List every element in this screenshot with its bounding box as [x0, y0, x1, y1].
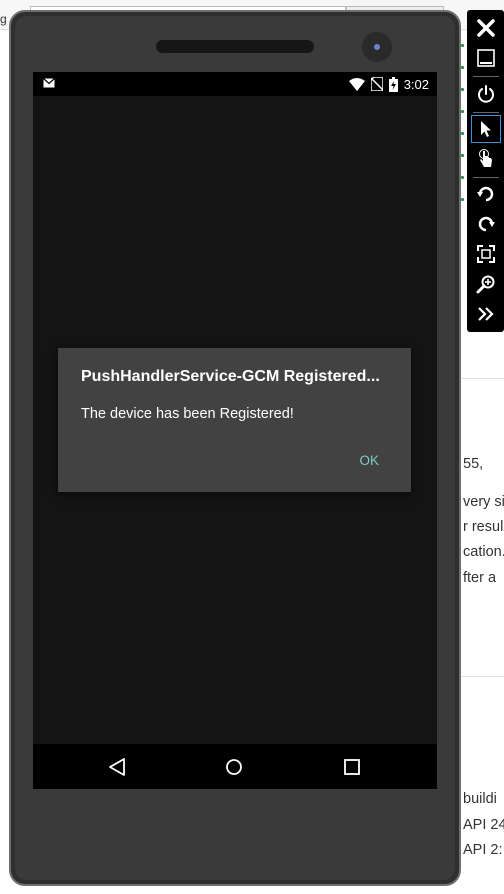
background-text-line: buildi: [463, 791, 497, 807]
background-marker: [461, 66, 464, 69]
dialog-message: The device has been Registered!: [81, 406, 294, 422]
background-text-line: very sir: [463, 494, 504, 510]
rotate-right-icon[interactable]: [471, 210, 501, 238]
mail-icon: [43, 78, 55, 88]
zoom-icon[interactable]: [471, 270, 501, 298]
home-icon[interactable]: [223, 756, 245, 778]
background-marker: [461, 154, 464, 157]
close-icon[interactable]: [471, 14, 501, 42]
background-marker: [461, 176, 464, 179]
toolbar-divider: [473, 112, 499, 113]
status-time: 3:02: [403, 76, 429, 92]
background-text-line: cation.: [463, 544, 504, 560]
background-text-line: API 24: [463, 817, 504, 833]
status-icons: 3:02: [348, 76, 429, 92]
navigation-bar: [33, 744, 437, 789]
background-marker: [461, 132, 464, 135]
alert-dialog: PushHandlerService-GCM Registered... The…: [58, 348, 411, 492]
background-divider: [462, 378, 504, 379]
power-icon[interactable]: [471, 80, 501, 108]
dialog-title: PushHandlerService-GCM Registered...: [81, 368, 380, 385]
background-marker: [461, 198, 464, 201]
fit-to-screen-icon[interactable]: [471, 240, 501, 268]
background-text-line: 55,: [463, 456, 484, 472]
back-icon[interactable]: [106, 756, 128, 778]
background-marker: [461, 110, 464, 113]
background-text-line: API 2:: [463, 842, 503, 858]
battery-charging-icon: [388, 76, 398, 92]
no-sim-icon: [370, 77, 383, 91]
more-tools-icon[interactable]: [471, 300, 501, 328]
rotate-left-icon[interactable]: [471, 180, 501, 208]
dialog-ok-button[interactable]: OK: [359, 453, 379, 468]
device-screen[interactable]: 3:02 PushHandlerService-GCM Registered..…: [33, 72, 437, 789]
background-divider: [462, 676, 504, 677]
background-text-line: r resul: [463, 519, 504, 535]
minimize-icon[interactable]: [471, 44, 501, 72]
speaker-grille: [156, 40, 314, 53]
touch-hand-icon[interactable]: [471, 145, 501, 173]
background-text-line: fter a: [463, 570, 497, 586]
background-left-text: g: [0, 12, 7, 26]
emulator-toolbar: [467, 10, 504, 332]
wifi-icon: [348, 77, 365, 91]
background-marker: [461, 44, 464, 47]
select-pointer-icon[interactable]: [471, 115, 501, 143]
toolbar-divider: [473, 76, 499, 77]
background-marker: [461, 88, 464, 91]
status-bar: 3:02: [33, 72, 437, 96]
camera-icon: [362, 32, 392, 62]
toolbar-divider: [473, 177, 499, 178]
recents-icon[interactable]: [341, 756, 363, 778]
